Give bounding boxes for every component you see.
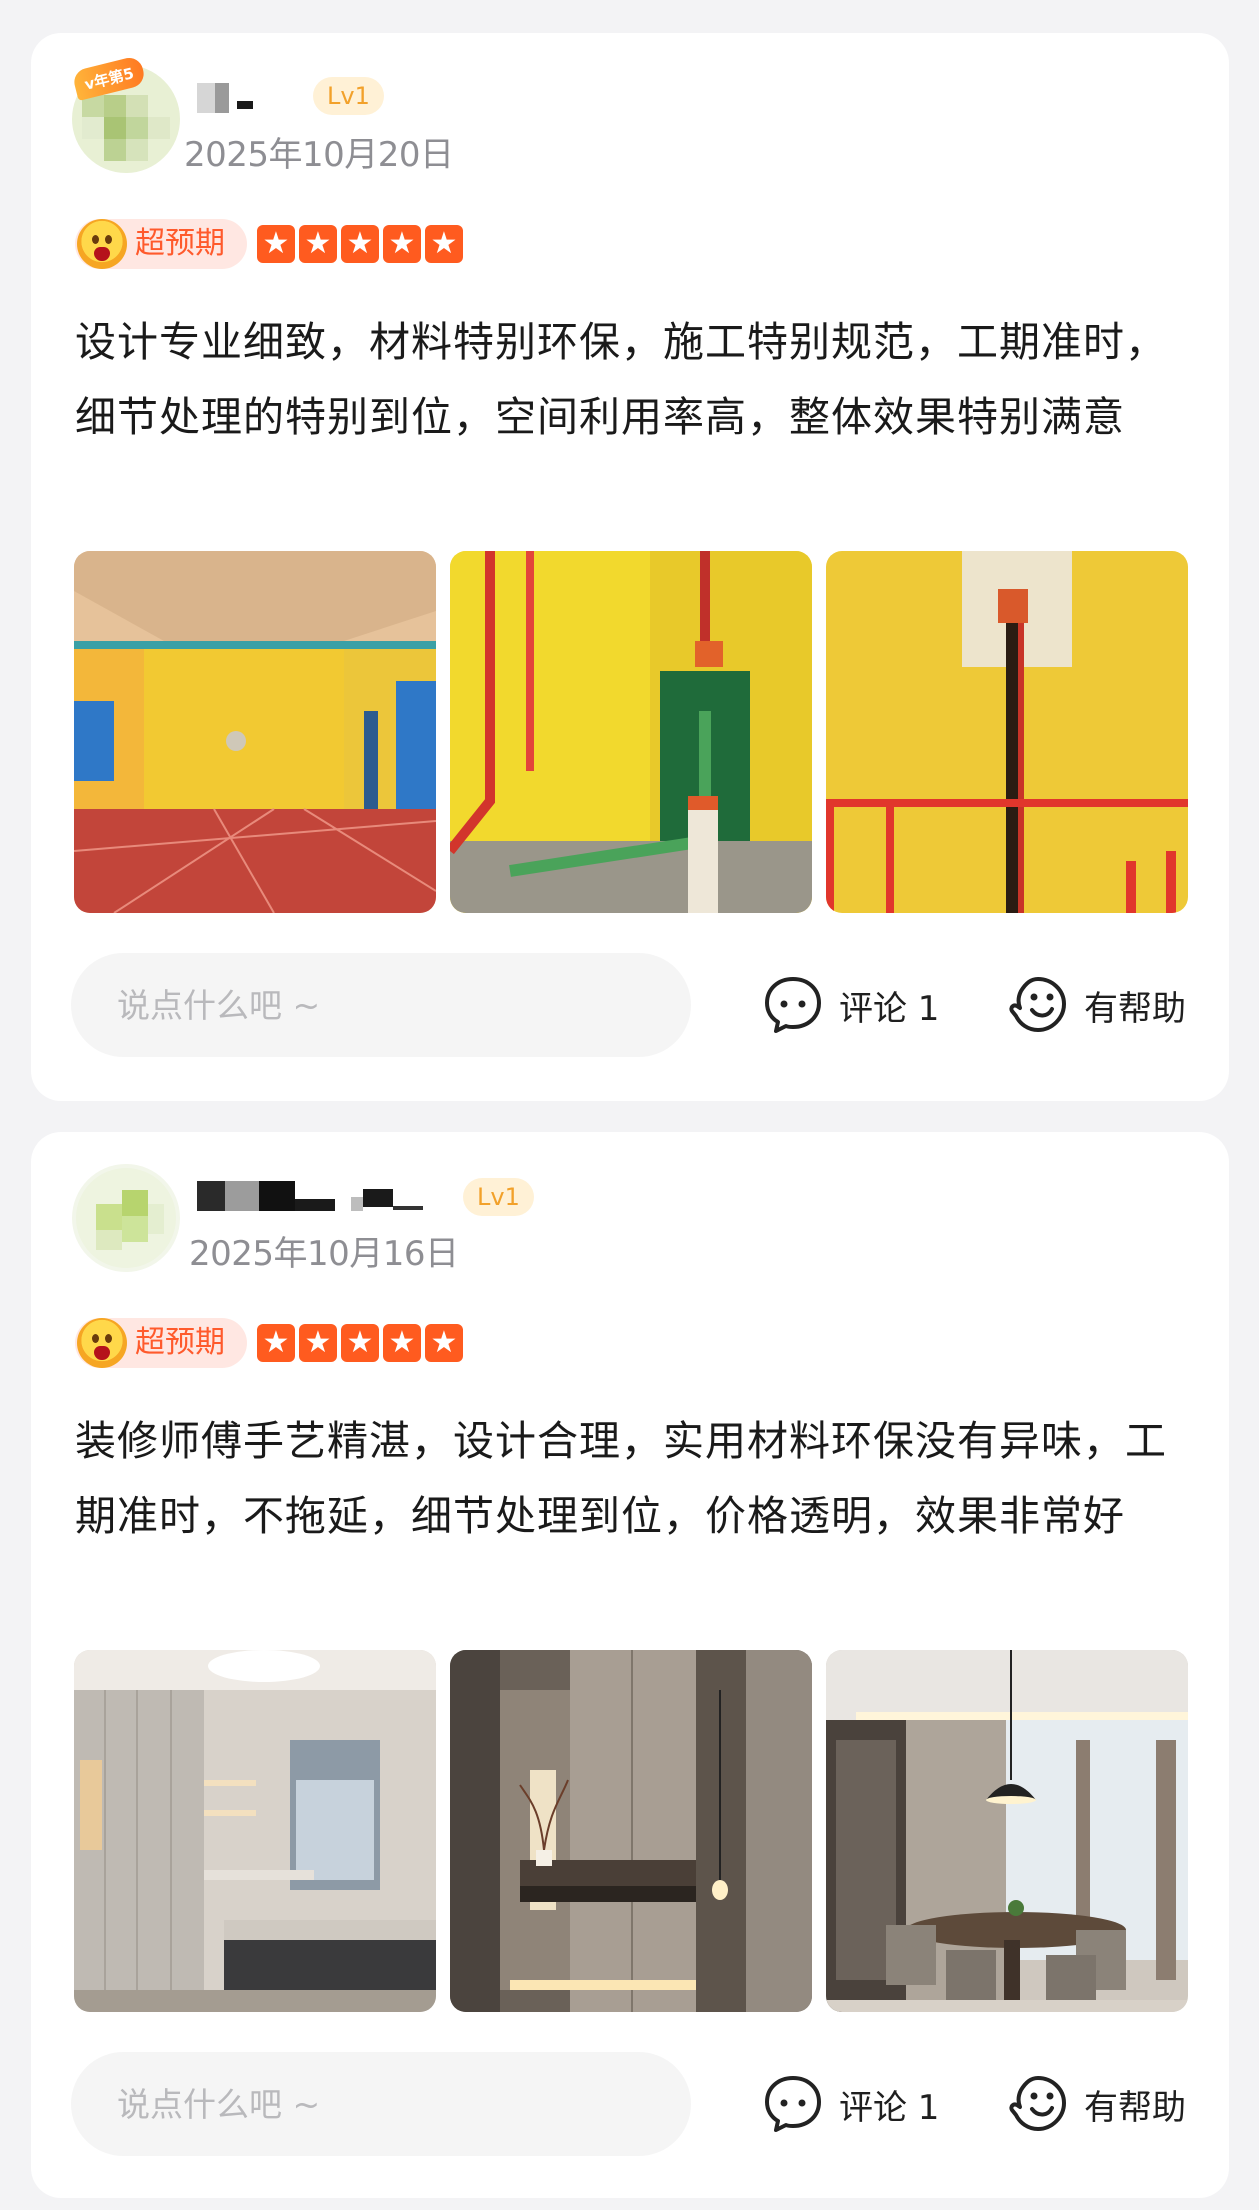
- star-icon: ★: [299, 1324, 337, 1362]
- review-card: Lv1 2025年10月16日 超预期 ★ ★ ★ ★ ★ 装修师傅手艺精湛，设…: [31, 1132, 1229, 2198]
- helpful-label: 有帮助: [1084, 988, 1186, 1029]
- avatar[interactable]: [72, 1164, 180, 1272]
- review-photo[interactable]: [826, 1650, 1188, 2012]
- review-photo[interactable]: [74, 1650, 436, 2012]
- comment-input[interactable]: [71, 2052, 691, 2156]
- star-icon: ★: [341, 225, 379, 263]
- tag-label: 超预期: [135, 1325, 225, 1360]
- comment-count-label: 评论 1: [839, 2087, 940, 2128]
- star-icon: ★: [383, 225, 421, 263]
- review-photo[interactable]: [74, 551, 436, 913]
- photo-grid: [74, 1650, 1188, 2012]
- review-photo[interactable]: [450, 551, 812, 913]
- comment-count-label: 评论 1: [839, 988, 940, 1029]
- username-masked[interactable]: [197, 83, 253, 113]
- surprised-face-icon: [77, 1318, 127, 1368]
- comment-button[interactable]: 评论 1: [761, 2066, 939, 2142]
- star-rating: ★ ★ ★ ★ ★: [257, 1324, 463, 1362]
- review-date: 2025年10月20日: [184, 135, 454, 175]
- comment-button[interactable]: 评论 1: [761, 967, 939, 1043]
- star-icon: ★: [257, 225, 295, 263]
- helpful-label: 有帮助: [1084, 2087, 1186, 2128]
- tag-label: 超预期: [135, 226, 225, 261]
- star-icon: ★: [425, 225, 463, 263]
- review-text: 装修师傅手艺精湛，设计合理，实用材料环保没有异味，工期准时，不拖延，细节处理到位…: [75, 1417, 1167, 1540]
- star-icon: ★: [383, 1324, 421, 1362]
- helpful-button[interactable]: 有帮助: [1006, 967, 1186, 1043]
- chat-bubble-icon: [765, 2076, 821, 2132]
- star-icon: ★: [341, 1324, 379, 1362]
- chat-bubble-icon: [765, 977, 821, 1033]
- star-icon: ★: [425, 1324, 463, 1362]
- thumb-smile-icon: [1009, 977, 1066, 1032]
- review-photo[interactable]: [826, 551, 1188, 913]
- star-rating: ★ ★ ★ ★ ★: [257, 225, 463, 263]
- surprised-face-icon: [77, 219, 127, 269]
- photo-grid: [74, 551, 1188, 913]
- star-icon: ★: [257, 1324, 295, 1362]
- username-masked[interactable]: [197, 1181, 423, 1211]
- thumb-smile-icon: [1009, 2076, 1066, 2131]
- review-date: 2025年10月16日: [189, 1234, 459, 1274]
- exceeded-expectation-tag: 超预期: [75, 1318, 247, 1368]
- review-text: 设计专业细致，材料特别环保，施工特别规范，工期准时，细节处理的特别到位，空间利用…: [75, 318, 1167, 441]
- star-icon: ★: [299, 225, 337, 263]
- rating-row: 超预期 ★ ★ ★ ★ ★: [75, 1318, 463, 1368]
- review-photo[interactable]: [450, 1650, 812, 2012]
- level-badge: Lv1: [463, 1178, 534, 1216]
- rating-row: 超预期 ★ ★ ★ ★ ★: [75, 219, 463, 269]
- helpful-button[interactable]: 有帮助: [1006, 2066, 1186, 2142]
- comment-input[interactable]: [71, 953, 691, 1057]
- level-badge: Lv1: [313, 77, 384, 115]
- review-card: v年第5 Lv1 2025年10月20日 超预期 ★ ★ ★ ★ ★ 设计专业细…: [31, 33, 1229, 1101]
- exceeded-expectation-tag: 超预期: [75, 219, 247, 269]
